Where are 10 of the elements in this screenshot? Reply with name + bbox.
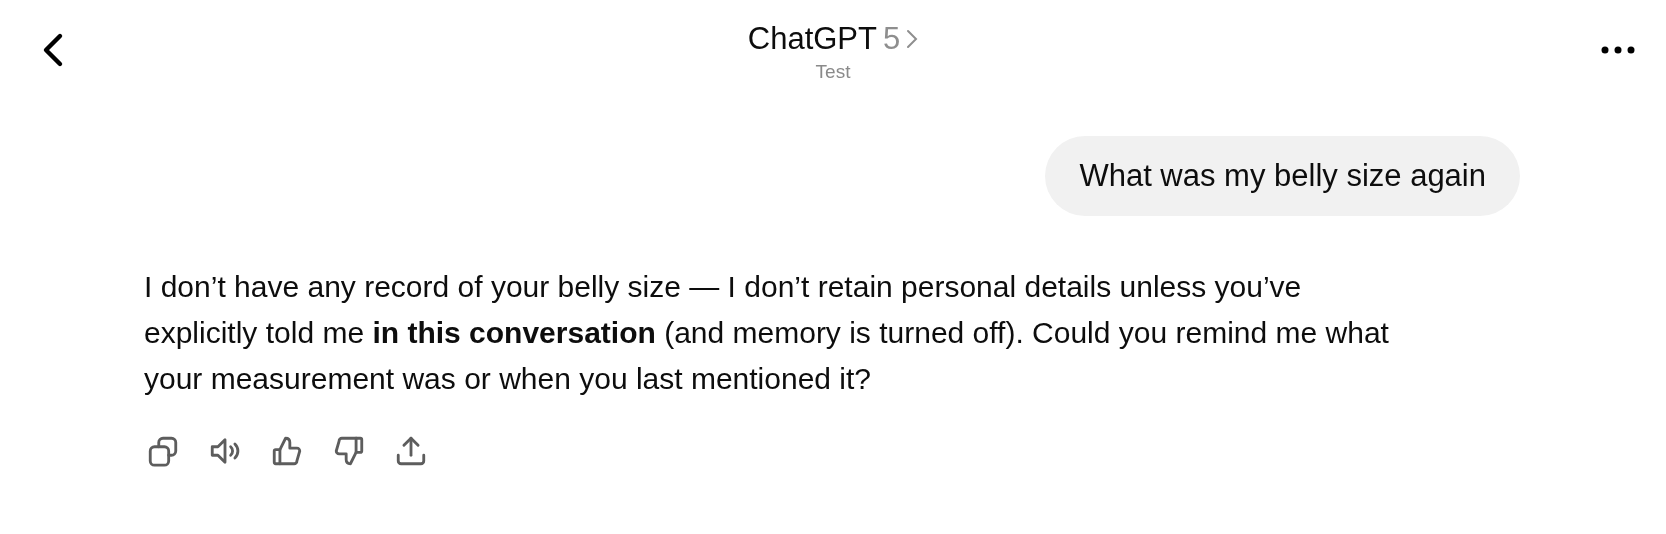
- assistant-message: I don’t have any record of your belly size — I don’t retain personal details unless you’ve explicitly told me in this conversation (and memory is turned off). Could you remind me what your measurement was or when you last mentioned it?: [144, 269, 1390, 397]
- copy-icon[interactable]: [146, 434, 180, 468]
- share-icon[interactable]: [394, 434, 428, 468]
- chat-subtitle: Test: [815, 61, 851, 83]
- user-message: What was my belly size again: [1045, 136, 1520, 216]
- chevron-icon[interactable]: [906, 28, 919, 50]
- thumbs-up-icon[interactable]: [270, 434, 304, 468]
- thumbs-down-icon[interactable]: [332, 434, 366, 468]
- more-options-button[interactable]: [1600, 45, 1636, 55]
- app-title[interactable]: ChatGPT: [747, 21, 877, 57]
